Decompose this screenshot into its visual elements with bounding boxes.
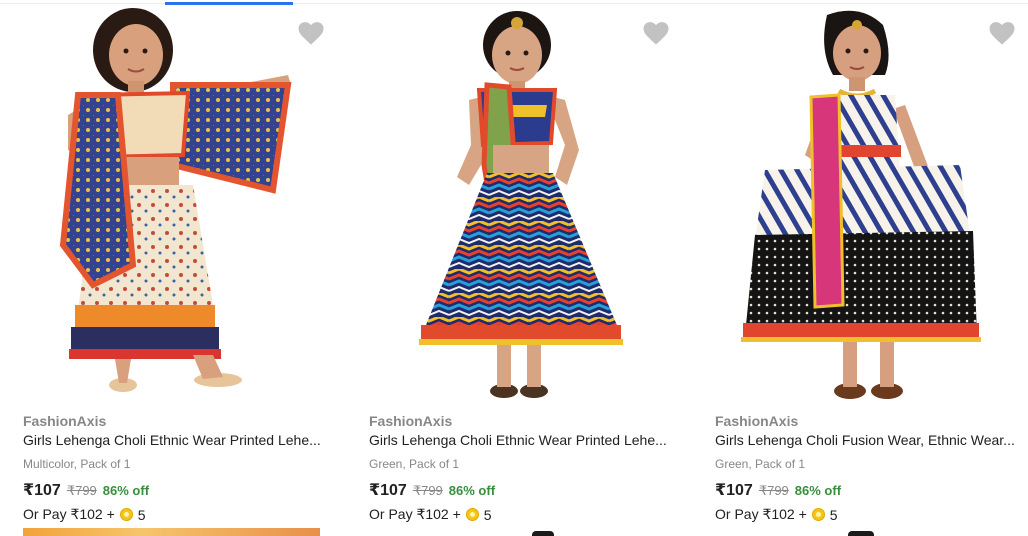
product-card[interactable]: FashionAxis Girls Lehenga Choli Ethnic W… (0, 5, 346, 536)
supercoin-icon (811, 508, 825, 521)
price-row: ₹107 ₹799 86% off (369, 480, 495, 500)
coin-count: 5 (137, 506, 146, 523)
next-row-product-image[interactable] (532, 531, 554, 536)
selling-price: ₹107 (715, 482, 753, 499)
pay-with-coins-row: Or Pay ₹102 + 5 (369, 506, 492, 523)
product-grid: FashionAxis Girls Lehenga Choli Ethnic W… (0, 5, 1028, 536)
wishlist-heart-icon[interactable] (641, 19, 671, 47)
product-variant: Green, Pack of 1 (369, 457, 460, 471)
discount-label: 86% off (794, 483, 842, 498)
product-title-link[interactable]: Girls Lehenga Choli Ethnic Wear Printed … (23, 432, 323, 448)
pay-with-coins-row: Or Pay ₹102 + 5 (715, 506, 838, 523)
product-variant: Multicolor, Pack of 1 (23, 457, 131, 471)
price-row: ₹107 ₹799 86% off (23, 480, 149, 500)
supercoin-icon (465, 508, 479, 521)
product-brand: FashionAxis (23, 413, 107, 429)
wishlist-heart-icon[interactable] (296, 19, 326, 47)
product-title-link[interactable]: Girls Lehenga Choli Ethnic Wear Printed … (369, 432, 669, 448)
product-brand: FashionAxis (715, 413, 799, 429)
selling-price: ₹107 (369, 482, 407, 499)
top-divider (0, 3, 1028, 4)
coin-count: 5 (829, 506, 838, 523)
product-title-link[interactable]: Girls Lehenga Choli Fusion Wear, Ethnic … (715, 432, 1015, 448)
product-card[interactable]: FashionAxis Girls Lehenga Choli Ethnic W… (346, 5, 692, 536)
product-card[interactable]: FashionAxis Girls Lehenga Choli Fusion W… (692, 5, 1028, 536)
original-price: ₹799 (758, 483, 789, 498)
product-brand: FashionAxis (369, 413, 453, 429)
selling-price: ₹107 (23, 482, 61, 499)
pay-prefix: Or Pay ₹102 + (23, 506, 115, 522)
pay-with-coins-row: Or Pay ₹102 + 5 (23, 506, 146, 523)
discount-label: 86% off (102, 483, 150, 498)
wishlist-heart-icon[interactable] (987, 19, 1017, 47)
product-image[interactable] (23, 5, 323, 400)
pay-prefix: Or Pay ₹102 + (369, 506, 461, 522)
original-price: ₹799 (412, 483, 443, 498)
pay-prefix: Or Pay ₹102 + (715, 506, 807, 522)
price-row: ₹107 ₹799 86% off (715, 480, 841, 500)
coin-count: 5 (483, 506, 492, 523)
next-row-product-image[interactable] (23, 528, 320, 536)
discount-label: 86% off (448, 483, 496, 498)
next-row-product-image[interactable] (848, 531, 874, 536)
supercoin-icon (119, 508, 133, 521)
product-variant: Green, Pack of 1 (715, 457, 806, 471)
product-image[interactable] (715, 5, 1015, 400)
original-price: ₹799 (66, 483, 97, 498)
product-image[interactable] (369, 5, 669, 400)
